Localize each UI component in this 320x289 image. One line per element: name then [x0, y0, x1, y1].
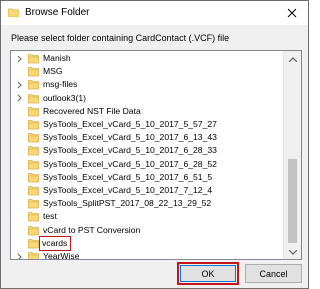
folder-icon	[7, 8, 20, 18]
tree-expander-placeholder	[15, 158, 23, 171]
tree-item-label: SysTools_Excel_vCard_5_10_2017_6_28_33	[43, 145, 217, 156]
ok-button[interactable]: OK	[180, 265, 236, 282]
tree-item[interactable]: msg-files	[11, 78, 283, 91]
folder-icon	[28, 172, 39, 183]
tree-expander-placeholder	[15, 171, 23, 184]
tree-item-label: YearWise	[43, 251, 80, 260]
tree-item-label: SysTools_Excel_vCard_5_10_2017_6_51_5	[43, 171, 213, 182]
tree-expander-placeholder	[15, 184, 23, 197]
window-title: Browse Folder	[25, 7, 90, 18]
tree-item[interactable]: SysTools_SplitPST_2017_08_22_13_29_52	[11, 197, 283, 210]
folder-icon	[28, 79, 39, 90]
folder-icon	[28, 119, 39, 130]
chevron-right-icon[interactable]	[15, 52, 23, 65]
tree-expander-placeholder	[15, 118, 23, 131]
close-button[interactable]	[281, 3, 303, 23]
tree-item-label: SysTools_Excel_vCard_5_10_2017_6_28_52	[43, 158, 217, 169]
tree-item[interactable]: vCard to PST Conversion	[11, 224, 283, 237]
instruction-text: Please select folder containing CardCont…	[11, 33, 230, 43]
chevron-right-icon[interactable]	[15, 92, 23, 105]
folder-icon	[28, 238, 39, 249]
folder-icon	[28, 251, 39, 259]
cancel-button[interactable]: Cancel	[245, 264, 302, 283]
folder-icon	[28, 66, 39, 77]
chevron-up-icon	[288, 54, 297, 64]
title-bar: Browse Folder	[1, 1, 308, 25]
tree-item-label: test	[43, 211, 57, 222]
tree-item[interactable]: SysTools_Excel_vCard_5_10_2017_6_28_52	[11, 158, 283, 171]
tree-item-label: msg-files	[43, 79, 78, 90]
tree-item[interactable]: SysTools_Excel_vCard_5_10_2017_5_57_27	[11, 118, 283, 131]
tree-item[interactable]: test	[11, 210, 283, 223]
folder-tree-list: Manish MSG msg-files outlook3(1) Recovered N…	[11, 51, 283, 259]
folder-icon	[28, 185, 39, 196]
tree-item[interactable]: SysTools_Excel_vCard_5_10_2017_6_28_33	[11, 144, 283, 157]
scrollbar-thumb[interactable]	[288, 159, 297, 243]
tree-item-label: SysTools_Excel_vCard_5_10_2017_6_13_43	[43, 132, 217, 143]
tree-item[interactable]: MSG	[11, 65, 283, 78]
tree-item[interactable]: outlook3(1)	[11, 92, 283, 105]
tree-item[interactable]: Manish	[11, 52, 283, 65]
close-icon	[287, 8, 297, 18]
vertical-scrollbar[interactable]	[283, 51, 301, 259]
tree-item-label: vCard to PST Conversion	[43, 224, 141, 235]
scroll-down-button[interactable]	[284, 244, 301, 259]
folder-icon	[28, 132, 39, 143]
tree-expander-placeholder	[15, 197, 23, 210]
chevron-down-icon	[288, 247, 297, 257]
folder-tree[interactable]: Manish MSG msg-files outlook3(1) Recovered N…	[10, 50, 302, 260]
tree-item-label: SysTools_Excel_vCard_5_10_2017_5_57_27	[43, 119, 217, 129]
tree-item-label: SysTools_SplitPST_2017_08_22_13_29_52	[43, 198, 212, 209]
folder-icon	[28, 53, 39, 64]
tree-item[interactable]: YearWise	[11, 250, 283, 260]
folder-icon	[28, 225, 39, 236]
tree-item[interactable]: vcards	[11, 235, 283, 251]
tree-expander-placeholder	[15, 210, 23, 223]
tree-expander-placeholder	[15, 144, 23, 157]
chevron-right-icon[interactable]	[15, 78, 23, 91]
tree-item[interactable]: Recovered NST File Data	[11, 105, 283, 118]
tree-item-label: SysTools_Excel_vCard_5_10_2017_7_12_4	[43, 185, 213, 195]
tree-expander-placeholder	[15, 105, 23, 118]
tree-item[interactable]: SysTools_Excel_vCard_5_10_2017_7_12_4	[11, 184, 283, 197]
tree-expander-placeholder	[15, 224, 23, 237]
tree-item-label: outlook3(1)	[43, 92, 86, 103]
tree-item-label-selected: vcards	[39, 235, 72, 251]
tree-item[interactable]: SysTools_Excel_vCard_5_10_2017_6_13_43	[11, 131, 283, 144]
folder-icon	[28, 145, 39, 156]
tree-expander-placeholder	[15, 65, 23, 78]
folder-icon	[28, 198, 39, 209]
scroll-up-button[interactable]	[284, 51, 301, 66]
chevron-right-icon[interactable]	[15, 250, 23, 259]
folder-icon	[28, 106, 39, 117]
tree-item-label: Manish	[43, 53, 71, 63]
folder-icon	[28, 211, 39, 222]
browse-folder-dialog: Browse Folder Please select folder conta…	[0, 0, 309, 289]
tree-expander-placeholder	[15, 131, 23, 144]
tree-item-label: MSG	[43, 66, 63, 77]
tree-item[interactable]: SysTools_Excel_vCard_5_10_2017_6_51_5	[11, 171, 283, 184]
tree-expander-placeholder	[15, 237, 23, 250]
folder-icon	[28, 159, 39, 170]
folder-icon	[28, 93, 39, 104]
tree-item-label: Recovered NST File Data	[43, 105, 141, 116]
